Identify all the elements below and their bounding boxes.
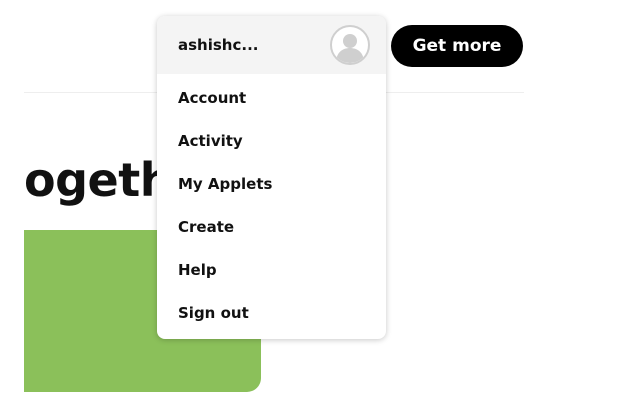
user-avatar-icon[interactable] bbox=[330, 25, 370, 65]
menu-item-account[interactable]: Account bbox=[157, 76, 386, 119]
user-menu-list: Account Activity My Applets Create Help … bbox=[157, 74, 386, 334]
menu-item-help[interactable]: Help bbox=[157, 248, 386, 291]
menu-item-activity[interactable]: Activity bbox=[157, 119, 386, 162]
default-user-avatar-icon bbox=[336, 34, 364, 63]
page-heading: ogeth bbox=[24, 153, 172, 207]
username: ashishc... bbox=[178, 36, 259, 54]
user-menu-header[interactable]: ashishc... bbox=[157, 16, 386, 74]
menu-item-sign-out[interactable]: Sign out bbox=[157, 291, 386, 334]
user-dropdown-menu: ashishc... Account Activity My Applets C… bbox=[157, 16, 386, 339]
menu-item-create[interactable]: Create bbox=[157, 205, 386, 248]
menu-item-my-applets[interactable]: My Applets bbox=[157, 162, 386, 205]
get-more-button[interactable]: Get more bbox=[391, 25, 523, 67]
